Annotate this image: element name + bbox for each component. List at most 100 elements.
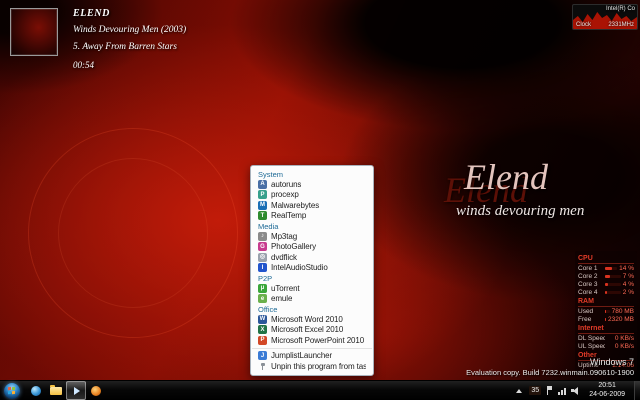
intelaudiostudio-icon: I <box>258 263 267 272</box>
core2-bar <box>605 275 621 278</box>
network-icon[interactable] <box>558 387 566 395</box>
jumplist-item-label: Microsoft Excel 2010 <box>271 325 343 334</box>
jumplist-item-label: Unpin this program from taskbar <box>271 362 366 371</box>
action-center-icon[interactable] <box>546 386 553 395</box>
clock-date: 24-06-2009 <box>589 391 625 400</box>
jumplist-item-photogallery[interactable]: G PhotoGallery <box>251 242 373 253</box>
show-desktop-button[interactable] <box>634 381 640 400</box>
core1-bar <box>605 267 617 270</box>
monitor-row-core3: Core 3 4 % <box>578 280 634 288</box>
core4-value: 2 % <box>623 289 634 296</box>
monitor-row-dl-speed: DL Speed 0 KB/s <box>578 334 634 342</box>
core3-bar <box>605 283 621 286</box>
jumplist-item-emule[interactable]: e emule <box>251 294 373 305</box>
windows-logo-icon <box>4 383 20 399</box>
jumplist-item-mp3tag[interactable]: ♪ Mp3tag <box>251 231 373 242</box>
jumplist-section-p2p: P2P <box>251 273 373 283</box>
ram-free-bar <box>605 318 606 321</box>
desktop-title-shadow: Elend <box>444 169 528 211</box>
taskbar-clock[interactable]: 20:51 24-06-2009 <box>585 382 629 399</box>
jumplist-item-word[interactable]: W Microsoft Word 2010 <box>251 314 373 325</box>
start-button[interactable] <box>0 381 24 400</box>
jumplist-item-intelaudiostudio[interactable]: I IntelAudioStudio <box>251 263 373 274</box>
system-monitor-widget: CPU Core 1 14 % Core 2 7 % Core 3 4 % Co… <box>575 251 637 372</box>
jumplist-item-procexp[interactable]: P procexp <box>251 190 373 201</box>
launcher-icon <box>74 387 80 395</box>
taskbar-pinned-icons <box>26 381 106 400</box>
now-playing-widget: ELEND Winds Devouring Men (2003) 5. Away… <box>10 8 186 70</box>
monitor-row-ram-free: Free 2320 MB <box>578 315 634 323</box>
jumplist-item-malwarebytes[interactable]: M Malwarebytes <box>251 200 373 211</box>
jumplist-item-label: RealTemp <box>271 211 306 220</box>
volume-icon[interactable] <box>571 386 580 395</box>
jumplist-menu: System A autoruns P procexp M Malwarebyt… <box>250 165 374 376</box>
emule-icon: e <box>258 294 267 303</box>
ul-speed-value: 0 KB/s <box>615 343 634 350</box>
dl-speed-value: 0 KB/s <box>615 335 634 342</box>
word-icon: W <box>258 315 267 324</box>
monitor-cpu-header: CPU <box>578 255 634 264</box>
autoruns-icon: A <box>258 180 267 189</box>
dvdflick-icon: ◎ <box>258 253 267 262</box>
mp3tag-icon: ♪ <box>258 232 267 241</box>
folder-icon <box>50 387 62 395</box>
desktop-title: Elend <box>464 156 548 198</box>
dl-speed-label: DL Speed <box>578 335 605 342</box>
elapsed-time: 00:54 <box>73 60 186 70</box>
desktop-title-block: Elend Elend winds devouring men <box>438 156 638 226</box>
monitor-row-ram-used: Used 780 MB <box>578 307 634 315</box>
core1-value: 14 % <box>619 265 634 272</box>
ram-used-bar <box>605 310 610 313</box>
core2-label: Core 2 <box>578 273 605 280</box>
unpin-icon <box>258 362 267 371</box>
uptime-label: Uptime <box>578 362 605 369</box>
media-player-icon <box>91 386 101 396</box>
track-title: 5. Away From Barren Stars <box>73 42 186 52</box>
jumplist-item-label: PhotoGallery <box>271 242 316 251</box>
clock-time: 20:51 <box>589 382 625 391</box>
jumplist-item-label: procexp <box>271 190 299 199</box>
album-art <box>10 8 58 56</box>
desktop-subtitle: winds devouring men <box>456 203 584 220</box>
jumplist-section-office: Office <box>251 304 373 314</box>
jumplist-item-powerpoint[interactable]: P Microsoft PowerPoint 2010 <box>251 335 373 346</box>
jumplist-item-jumplistlauncher[interactable]: J JumplistLauncher <box>251 351 373 362</box>
jumplist-item-label: emule <box>271 294 292 303</box>
taskbar-icon-explorer[interactable] <box>46 381 66 400</box>
ram-free-label: Free <box>578 316 605 323</box>
monitor-row-uptime: Uptime 2:14:06 <box>578 361 634 369</box>
taskbar-icon-jumplist-launcher[interactable] <box>66 381 86 400</box>
cpu-clock-widget: Intel(R) Co Clock 2331MHz <box>572 4 638 30</box>
jumplist-item-utorrent[interactable]: µ uTorrent <box>251 283 373 294</box>
powerpoint-icon: P <box>258 336 267 345</box>
monitor-other-header: Other <box>578 352 634 361</box>
wallpaper-ring-ornament-inner <box>58 158 208 308</box>
coretemp-tray-value[interactable]: 35 <box>529 386 541 395</box>
jumplist-item-dvdflick[interactable]: ◎ dvdflick <box>251 252 373 263</box>
uptime-value: 2:14:06 <box>612 362 634 369</box>
browser-icon <box>31 386 41 396</box>
jumplist-item-realtemp[interactable]: T RealTemp <box>251 211 373 222</box>
utorrent-icon: µ <box>258 284 267 293</box>
jumplist-item-unpin[interactable]: Unpin this program from taskbar <box>251 361 373 372</box>
monitor-row-ul-speed: UL Speed 0 KB/s <box>578 342 634 350</box>
ram-free-value: 2320 MB <box>608 316 634 323</box>
photogallery-icon: G <box>258 242 267 251</box>
wallpaper-ring-ornament <box>28 128 238 338</box>
jumplist-item-label: Microsoft PowerPoint 2010 <box>271 336 364 345</box>
cpu-clock-label: Clock <box>576 22 591 28</box>
taskbar-icon-media-player[interactable] <box>86 381 106 400</box>
monitor-row-core4: Core 4 2 % <box>578 288 634 296</box>
jumplist-item-excel[interactable]: X Microsoft Excel 2010 <box>251 325 373 336</box>
jumplist-item-label: autoruns <box>271 180 301 189</box>
jumplist-item-label: Mp3tag <box>271 232 297 241</box>
taskbar-icon-browser[interactable] <box>26 381 46 400</box>
jumplist-section-media: Media <box>251 221 373 231</box>
jumplist-section-system: System <box>251 169 373 179</box>
realtemp-icon: T <box>258 211 267 220</box>
core4-label: Core 4 <box>578 289 605 296</box>
jumplist-item-autoruns[interactable]: A autoruns <box>251 179 373 190</box>
show-hidden-icons-button[interactable] <box>514 381 524 400</box>
jumplist-item-label: Microsoft Word 2010 <box>271 315 343 324</box>
artist-name: ELEND <box>73 8 186 19</box>
